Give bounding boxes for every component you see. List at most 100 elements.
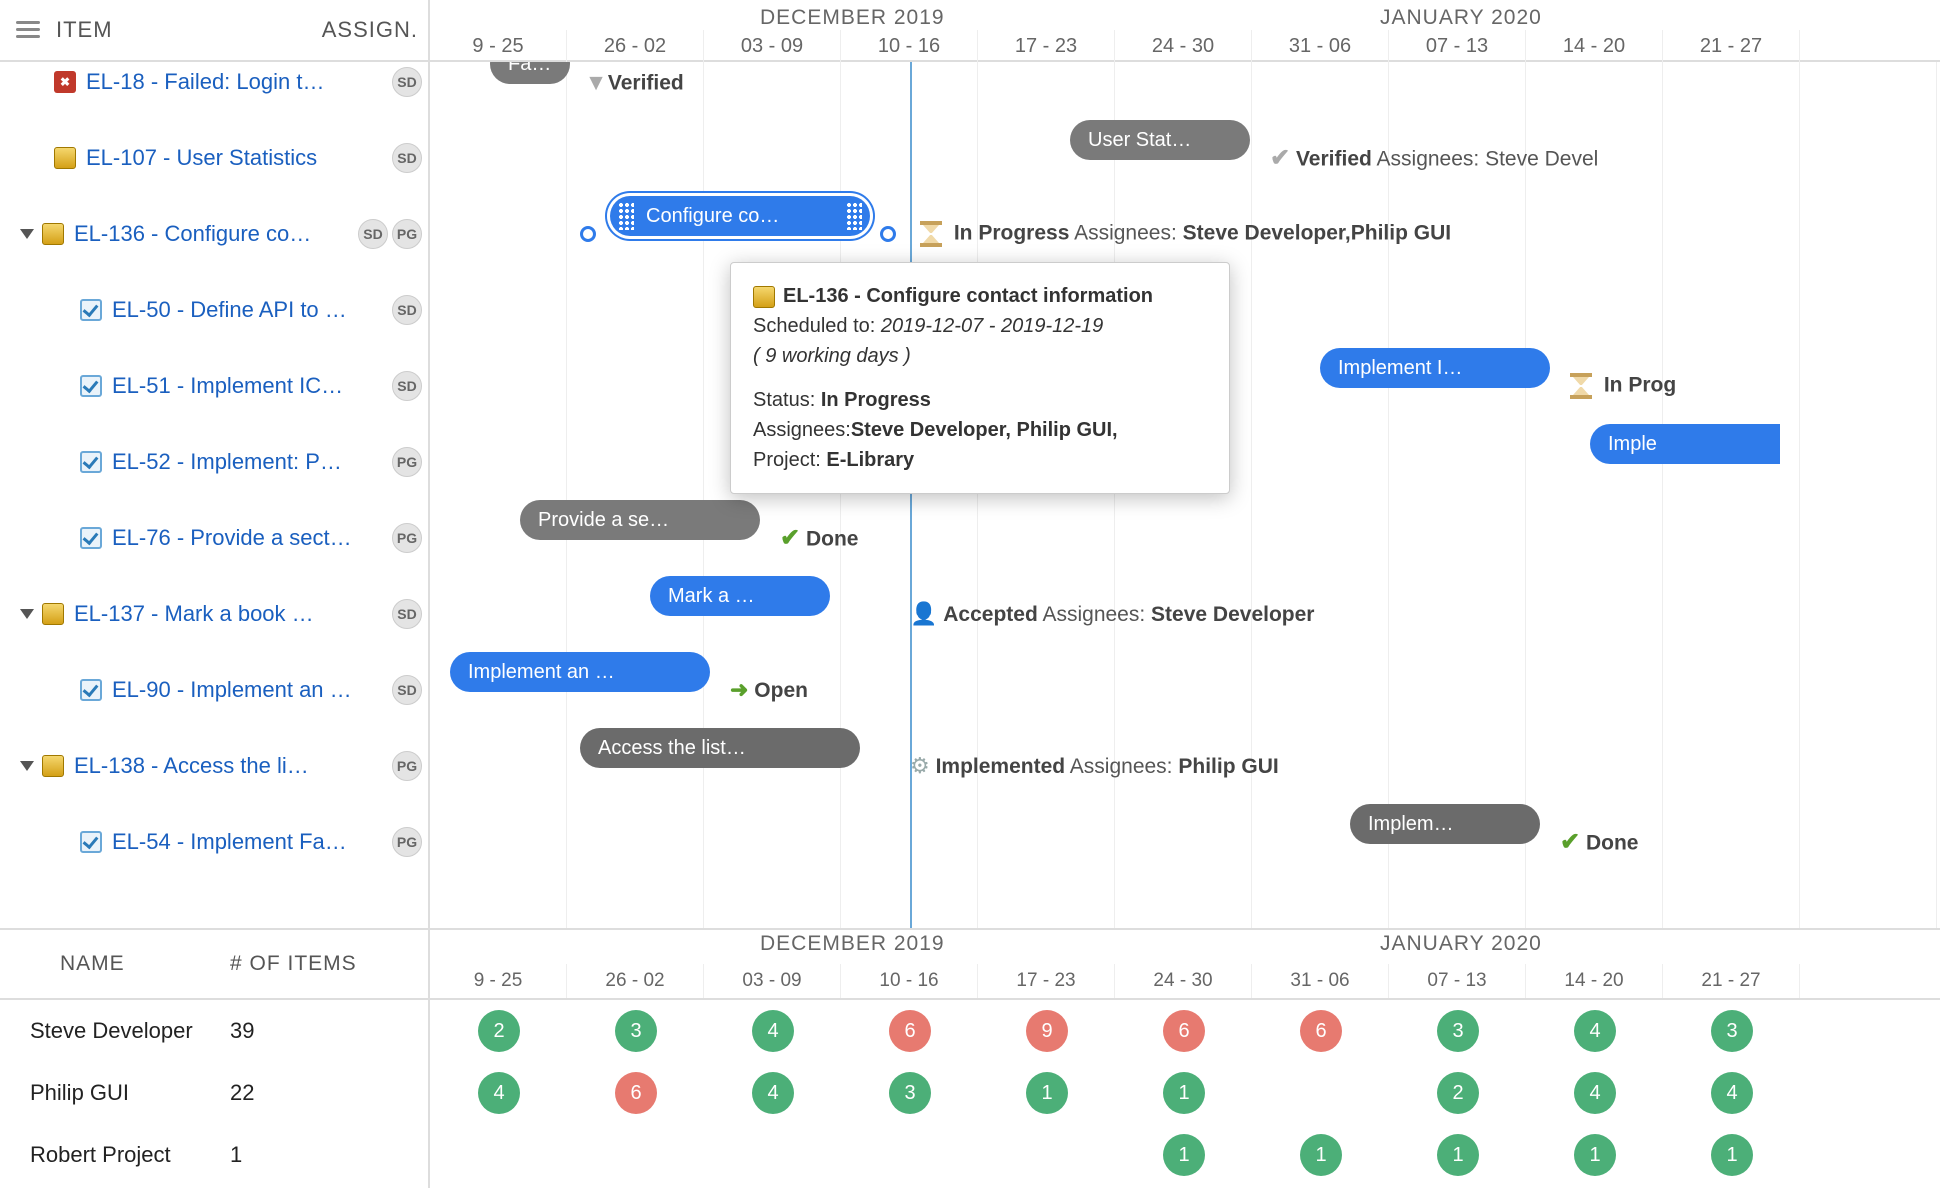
workload-bubble[interactable]: 3	[889, 1072, 931, 1114]
item-link[interactable]: EL-51 - Implement IContac	[112, 373, 352, 399]
item-link[interactable]: EL-50 - Define API to set c	[112, 297, 352, 323]
task-bar[interactable]: Implem…	[1350, 804, 1540, 844]
item-link[interactable]: EL-138 - Access the list of fav	[74, 753, 314, 779]
workload-bubble[interactable]: 3	[615, 1010, 657, 1052]
item-link[interactable]: EL-54 - Implement Favorite	[112, 829, 352, 855]
expand-caret-icon[interactable]	[20, 229, 34, 239]
workload-bubble[interactable]: 4	[1574, 1072, 1616, 1114]
assignee-avatars: SD	[392, 143, 422, 173]
workload-bubble[interactable]: 1	[1163, 1072, 1205, 1114]
week-column: 21 - 27	[1663, 964, 1800, 998]
tree-item[interactable]: EL-137 - Mark a book as favo SD	[0, 576, 428, 652]
week-column: 17 - 23	[978, 964, 1115, 998]
story-icon	[42, 223, 64, 245]
week-column: 31 - 06	[1252, 30, 1389, 62]
task-bar[interactable]: Imple	[1590, 424, 1780, 464]
item-link[interactable]: EL-90 - Implement an actio	[112, 677, 352, 703]
week-column: 03 - 09	[704, 30, 841, 62]
tree-item[interactable]: EL-107 - User Statistics SD	[0, 120, 428, 196]
workload-bubble[interactable]: 4	[478, 1072, 520, 1114]
gantt-chart[interactable]: Fa… ▾ Verified User Stat… ✔ Verified Ass…	[430, 62, 1940, 928]
assignee-avatars: PG	[392, 751, 422, 781]
workload-bubble[interactable]: 1	[1711, 1134, 1753, 1176]
avatar[interactable]: PG	[392, 827, 422, 857]
drag-handle-icon[interactable]	[618, 202, 634, 230]
task-bar[interactable]: Implement I…	[1320, 348, 1550, 388]
expand-caret-icon[interactable]	[20, 761, 34, 771]
tree-item[interactable]: EL-136 - Configure contact in SDPG	[0, 196, 428, 272]
task-bar[interactable]: User Stat…	[1070, 120, 1250, 160]
workload-bubble[interactable]: 6	[1163, 1010, 1205, 1052]
resize-handle-left[interactable]	[580, 226, 596, 242]
workload-bubble[interactable]: 1	[1437, 1134, 1479, 1176]
workload-bubble[interactable]: 1	[1574, 1134, 1616, 1176]
workload-bubble[interactable]: 3	[1711, 1010, 1753, 1052]
assignee-avatars: SD	[392, 675, 422, 705]
avatar[interactable]: PG	[392, 447, 422, 477]
tree-item[interactable]: ✖EL-18 - Failed: Login to theSD	[0, 62, 428, 120]
task-bar[interactable]: Access the list…	[580, 728, 860, 768]
gantt-row: User Stat… ✔ Verified Assignees: Steve D…	[430, 120, 1940, 196]
tree-item[interactable]: EL-50 - Define API to set c SD	[0, 272, 428, 348]
item-link[interactable]: EL-76 - Provide a section o	[112, 525, 352, 551]
workload-bubble[interactable]: 4	[752, 1010, 794, 1052]
task-bar[interactable]: Provide a se…	[520, 500, 760, 540]
avatar[interactable]: SD	[358, 219, 388, 249]
bar-status: ▾ Verified	[590, 68, 684, 97]
menu-icon[interactable]	[16, 21, 40, 39]
workload-bubble[interactable]: 4	[752, 1072, 794, 1114]
item-link[interactable]: EL-107 - User Statistics	[86, 145, 317, 171]
avatar[interactable]: PG	[392, 751, 422, 781]
avatar[interactable]: SD	[392, 295, 422, 325]
assignee-column-label: ASSIGN.	[322, 17, 418, 43]
workload-bubble[interactable]: 6	[1300, 1010, 1342, 1052]
accepted-icon: 👤	[910, 601, 937, 626]
workload-bubble[interactable]: 9	[1026, 1010, 1068, 1052]
tree-item[interactable]: EL-138 - Access the list of fav PG	[0, 728, 428, 804]
avatar[interactable]: SD	[392, 371, 422, 401]
workload-bubble[interactable]: 6	[615, 1072, 657, 1114]
workload-bubble[interactable]: 1	[1163, 1134, 1205, 1176]
item-link[interactable]: EL-136 - Configure contact in	[74, 221, 314, 247]
workload-bubble[interactable]: 1	[1300, 1134, 1342, 1176]
avatar[interactable]: PG	[392, 523, 422, 553]
assignee-name: Steve Developer	[0, 1018, 230, 1044]
resize-handle-right[interactable]	[880, 226, 896, 242]
month-label: DECEMBER 2019	[760, 6, 945, 30]
workload-bubble[interactable]: 6	[889, 1010, 931, 1052]
tooltip-title: EL-136 - Configure contact information	[783, 285, 1153, 307]
tree-item[interactable]: EL-51 - Implement IContac SD	[0, 348, 428, 424]
item-link[interactable]: EL-18 - Failed: Login to the	[86, 69, 326, 95]
task-bar[interactable]: Implement an …	[450, 652, 710, 692]
tree-item[interactable]: EL-54 - Implement Favorite PG	[0, 804, 428, 880]
task-bar[interactable]: Mark a …	[650, 576, 830, 616]
task-icon	[80, 375, 102, 397]
expand-caret-icon[interactable]	[20, 609, 34, 619]
avatar[interactable]: SD	[392, 599, 422, 629]
timescale-header: DECEMBER 2019 JANUARY 2020 9 - 2526 - 02…	[430, 0, 1940, 60]
workload-bubble[interactable]: 4	[1711, 1072, 1753, 1114]
bar-label: User Stat…	[1088, 129, 1191, 152]
drag-handle-icon[interactable]	[846, 202, 862, 230]
avatar[interactable]: SD	[392, 675, 422, 705]
tree-item[interactable]: EL-52 - Implement: Permis PG	[0, 424, 428, 500]
tree-item[interactable]: EL-90 - Implement an actio SD	[0, 652, 428, 728]
task-bar[interactable]: Fa…	[490, 62, 570, 84]
avatar[interactable]: SD	[392, 67, 422, 97]
avatar[interactable]: SD	[392, 143, 422, 173]
workload-bubble[interactable]: 3	[1437, 1010, 1479, 1052]
item-link[interactable]: EL-137 - Mark a book as favo	[74, 601, 314, 627]
avatar[interactable]: PG	[392, 219, 422, 249]
assignee-name: Philip GUI	[0, 1080, 230, 1106]
task-bar-selected[interactable]: Configure co…	[610, 196, 870, 236]
tree-item[interactable]: EL-76 - Provide a section o PG	[0, 500, 428, 576]
workload-bubble[interactable]: 2	[478, 1010, 520, 1052]
workload-bubble[interactable]: 4	[1574, 1010, 1616, 1052]
tooltip-scheduled-label: Scheduled to:	[753, 315, 875, 337]
bar-status: ✔ Verified Assignees: Steve Devel	[1270, 144, 1598, 173]
week-column: 24 - 30	[1115, 30, 1252, 62]
tooltip-status-value: In Progress	[821, 389, 931, 411]
workload-bubble[interactable]: 1	[1026, 1072, 1068, 1114]
item-link[interactable]: EL-52 - Implement: Permis	[112, 449, 352, 475]
workload-bubble[interactable]: 2	[1437, 1072, 1479, 1114]
